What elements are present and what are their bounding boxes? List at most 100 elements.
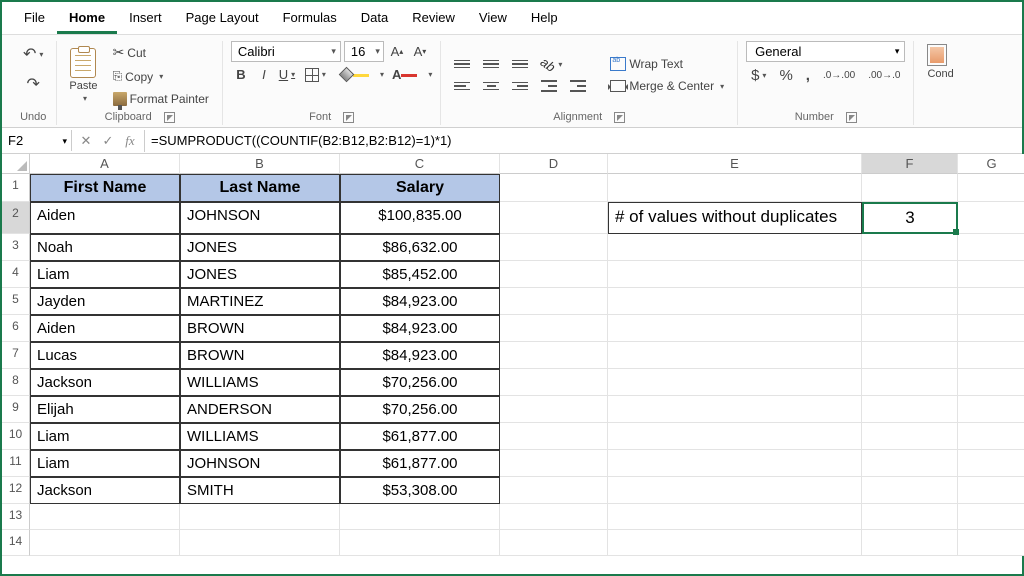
orientation-button[interactable]: ab▾ bbox=[536, 54, 567, 74]
cell-C9[interactable]: $70,256.00 bbox=[340, 396, 500, 423]
cell-E1[interactable] bbox=[608, 174, 862, 202]
cell-F4[interactable] bbox=[862, 261, 958, 288]
cell-G9[interactable] bbox=[958, 396, 1024, 423]
cell-A3[interactable]: Noah bbox=[30, 234, 180, 261]
fill-color-button[interactable] bbox=[334, 65, 374, 85]
menu-insert[interactable]: Insert bbox=[117, 6, 174, 34]
cell-C6[interactable]: $84,923.00 bbox=[340, 315, 500, 342]
cell-A11[interactable]: Liam bbox=[30, 450, 180, 477]
align-top-button[interactable] bbox=[449, 54, 475, 74]
cell-E2[interactable]: # of values without duplicates bbox=[608, 202, 862, 234]
align-middle-button[interactable] bbox=[478, 54, 504, 74]
accept-formula-button[interactable]: ✓ bbox=[98, 130, 118, 152]
cell-E7[interactable] bbox=[608, 342, 862, 369]
row-header-7[interactable]: 7 bbox=[2, 342, 30, 369]
chevron-down-icon[interactable]: ▾ bbox=[428, 70, 432, 79]
cell-E11[interactable] bbox=[608, 450, 862, 477]
cell-G10[interactable] bbox=[958, 423, 1024, 450]
cell-D2[interactable] bbox=[500, 202, 608, 234]
cell-C14[interactable] bbox=[340, 530, 500, 556]
menu-formulas[interactable]: Formulas bbox=[271, 6, 349, 34]
cell-G2[interactable] bbox=[958, 202, 1024, 234]
cell-B2[interactable]: JOHNSON bbox=[180, 202, 340, 234]
increase-decimal-button[interactable]: .0→.00 bbox=[818, 67, 860, 84]
cell-D7[interactable] bbox=[500, 342, 608, 369]
cell-G1[interactable] bbox=[958, 174, 1024, 202]
wrap-text-button[interactable]: Wrap Text bbox=[605, 54, 688, 74]
row-header-8[interactable]: 8 bbox=[2, 369, 30, 396]
dialog-launcher-icon[interactable] bbox=[164, 112, 175, 123]
cell-A2[interactable]: Aiden bbox=[30, 202, 180, 234]
col-header-F[interactable]: F bbox=[862, 154, 958, 174]
menu-page-layout[interactable]: Page Layout bbox=[174, 6, 271, 34]
menu-data[interactable]: Data bbox=[349, 6, 400, 34]
dialog-launcher-icon[interactable] bbox=[343, 112, 354, 123]
cell-B5[interactable]: MARTINEZ bbox=[180, 288, 340, 315]
row-header-1[interactable]: 1 bbox=[2, 174, 30, 202]
cell-G12[interactable] bbox=[958, 477, 1024, 504]
cell-E10[interactable] bbox=[608, 423, 862, 450]
cell-D1[interactable] bbox=[500, 174, 608, 202]
conditional-formatting-button[interactable]: Cond bbox=[922, 41, 958, 83]
row-header-9[interactable]: 9 bbox=[2, 396, 30, 423]
underline-button[interactable]: U▾ bbox=[277, 64, 297, 85]
align-left-button[interactable] bbox=[449, 76, 475, 96]
cell-D5[interactable] bbox=[500, 288, 608, 315]
cell-G8[interactable] bbox=[958, 369, 1024, 396]
cell-C12[interactable]: $53,308.00 bbox=[340, 477, 500, 504]
cell-A13[interactable] bbox=[30, 504, 180, 530]
cell-C1[interactable]: Salary bbox=[340, 174, 500, 202]
borders-button[interactable]: ▾ bbox=[300, 65, 331, 85]
cell-F8[interactable] bbox=[862, 369, 958, 396]
cell-E13[interactable] bbox=[608, 504, 862, 530]
cut-button[interactable]: ✂Cut bbox=[108, 41, 151, 64]
cell-B1[interactable]: Last Name bbox=[180, 174, 340, 202]
menu-home[interactable]: Home bbox=[57, 6, 117, 34]
menu-file[interactable]: File bbox=[12, 6, 57, 34]
menu-review[interactable]: Review bbox=[400, 6, 467, 34]
copy-button[interactable]: ⎘Copy▾ bbox=[108, 66, 169, 87]
row-header-4[interactable]: 4 bbox=[2, 261, 30, 288]
cell-F6[interactable] bbox=[862, 315, 958, 342]
insert-function-button[interactable]: fx bbox=[120, 130, 140, 152]
decrease-indent-button[interactable] bbox=[536, 76, 562, 96]
row-header-13[interactable]: 13 bbox=[2, 504, 30, 530]
cell-G5[interactable] bbox=[958, 288, 1024, 315]
cell-D11[interactable] bbox=[500, 450, 608, 477]
italic-button[interactable]: I bbox=[254, 64, 274, 85]
cell-F10[interactable] bbox=[862, 423, 958, 450]
name-box[interactable]: F2▾ bbox=[2, 130, 72, 151]
cell-B4[interactable]: JONES bbox=[180, 261, 340, 288]
percent-format-button[interactable]: % bbox=[774, 64, 797, 87]
cell-C13[interactable] bbox=[340, 504, 500, 530]
font-color-button[interactable]: A bbox=[387, 64, 422, 85]
cell-F3[interactable] bbox=[862, 234, 958, 261]
cell-E8[interactable] bbox=[608, 369, 862, 396]
row-header-14[interactable]: 14 bbox=[2, 530, 30, 556]
increase-indent-button[interactable] bbox=[565, 76, 591, 96]
cell-A12[interactable]: Jackson bbox=[30, 477, 180, 504]
format-painter-button[interactable]: Format Painter bbox=[108, 89, 214, 109]
dialog-launcher-icon[interactable] bbox=[846, 112, 857, 123]
cell-G11[interactable] bbox=[958, 450, 1024, 477]
cell-D10[interactable] bbox=[500, 423, 608, 450]
undo-button[interactable]: ↶▾ bbox=[18, 41, 48, 67]
cell-B7[interactable]: BROWN bbox=[180, 342, 340, 369]
cell-F9[interactable] bbox=[862, 396, 958, 423]
cell-F1[interactable] bbox=[862, 174, 958, 202]
col-header-A[interactable]: A bbox=[30, 154, 180, 174]
col-header-B[interactable]: B bbox=[180, 154, 340, 174]
cell-G14[interactable] bbox=[958, 530, 1024, 556]
cell-F5[interactable] bbox=[862, 288, 958, 315]
row-header-10[interactable]: 10 bbox=[2, 423, 30, 450]
cell-D13[interactable] bbox=[500, 504, 608, 530]
formula-input[interactable]: =SUMPRODUCT((COUNTIF(B2:B12,B2:B12)=1)*1… bbox=[145, 130, 1022, 151]
cell-A6[interactable]: Aiden bbox=[30, 315, 180, 342]
align-center-button[interactable] bbox=[478, 76, 504, 96]
cell-F13[interactable] bbox=[862, 504, 958, 530]
col-header-G[interactable]: G bbox=[958, 154, 1024, 174]
redo-button[interactable]: ↷ bbox=[22, 71, 45, 97]
cell-G3[interactable] bbox=[958, 234, 1024, 261]
cell-E14[interactable] bbox=[608, 530, 862, 556]
row-header-6[interactable]: 6 bbox=[2, 315, 30, 342]
